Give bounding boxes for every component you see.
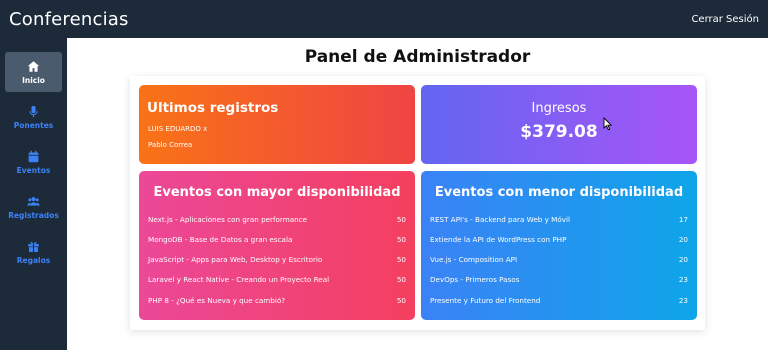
- card-title: Ingresos: [531, 101, 587, 116]
- event-name: JavaScript - Apps para Web, Desktop y Es…: [148, 254, 323, 264]
- home-icon: [27, 60, 40, 72]
- sidebar-item-label: Ponentes: [13, 120, 54, 130]
- calendar-icon: [28, 150, 39, 162]
- list-item: Next.js - Aplicaciones con gran performa…: [148, 213, 406, 225]
- microphone-icon: [29, 105, 38, 117]
- list-item: Laravel y React Native - Creando un Proy…: [148, 273, 406, 285]
- event-count: 23: [678, 295, 688, 305]
- event-count: 20: [678, 254, 688, 264]
- sidebar-item-label: Regalos: [16, 255, 51, 265]
- card-title: Eventos con mayor disponibilidad: [153, 185, 401, 200]
- event-count: 17: [678, 214, 688, 224]
- app-title[interactable]: Conferencias: [9, 9, 129, 30]
- sidebar-item-registrados[interactable]: Registrados: [5, 187, 62, 227]
- list-item: REST API's - Backend para Web y Móvil 17: [430, 213, 688, 225]
- event-count: 50: [396, 254, 406, 264]
- list-item: Presente y Futuro del Frontend 23: [430, 294, 688, 306]
- sidebar-item-regalos[interactable]: Regalos: [5, 232, 62, 272]
- main-content: Panel de Administrador Ultimos registros…: [67, 38, 768, 350]
- registration-entry: LUIS EDUARDO x: [148, 125, 208, 133]
- logout-button[interactable]: Cerrar Sesión: [691, 14, 759, 25]
- event-count: 50: [396, 234, 406, 244]
- income-amount: $379.08: [520, 122, 598, 142]
- most-available-events-card: Eventos con mayor disponibilidad Next.js…: [139, 171, 415, 320]
- list-item: JavaScript - Apps para Web, Desktop y Es…: [148, 253, 406, 265]
- users-icon: [27, 196, 40, 206]
- list-item: Extiende la API de WordPress con PHP 20: [430, 233, 688, 245]
- sidebar: Inicio Ponentes Eventos Registrados Rega…: [0, 38, 67, 350]
- list-item: Vue.js - Composition API 20: [430, 253, 688, 265]
- least-available-events-card: Eventos con menor disponibilidad REST AP…: [421, 171, 697, 320]
- list-item: PHP 8 - ¿Qué es Nueva y que cambió? 50: [148, 294, 406, 306]
- event-name: Vue.js - Composition API: [430, 254, 518, 264]
- event-name: Laravel y React Native - Creando un Proy…: [148, 274, 330, 284]
- event-name: MongoDB - Base de Datos a gran escala: [148, 234, 293, 244]
- list-item: MongoDB - Base de Datos a gran escala 50: [148, 233, 406, 245]
- sidebar-item-eventos[interactable]: Eventos: [5, 142, 62, 182]
- list-item: DevOps - Primeros Pasos 23: [430, 273, 688, 285]
- sidebar-item-label: Registrados: [8, 210, 59, 220]
- event-count: 50: [396, 295, 406, 305]
- card-title: Ultimos registros: [147, 100, 279, 116]
- gift-icon: [28, 241, 39, 252]
- event-name: Presente y Futuro del Frontend: [430, 295, 541, 305]
- event-name: DevOps - Primeros Pasos: [430, 274, 520, 284]
- mouse-cursor-icon: [603, 117, 613, 131]
- sidebar-item-label: Eventos: [16, 165, 51, 175]
- registration-entry: Pablo Correa: [148, 141, 193, 149]
- event-name: REST API's - Backend para Web y Móvil: [430, 214, 570, 224]
- event-count: 20: [678, 234, 688, 244]
- income-card: Ingresos $379.08: [421, 85, 697, 164]
- event-name: Extiende la API de WordPress con PHP: [430, 234, 567, 244]
- event-count: 50: [396, 214, 406, 224]
- event-name: PHP 8 - ¿Qué es Nueva y que cambió?: [148, 295, 286, 305]
- top-bar: Conferencias Cerrar Sesión: [0, 0, 768, 38]
- event-name: Next.js - Aplicaciones con gran performa…: [148, 214, 308, 224]
- event-count: 50: [396, 274, 406, 284]
- event-count: 23: [678, 274, 688, 284]
- sidebar-item-inicio[interactable]: Inicio: [5, 52, 62, 92]
- recent-registrations-card: Ultimos registros LUIS EDUARDO x Pablo C…: [139, 85, 415, 164]
- sidebar-item-ponentes[interactable]: Ponentes: [5, 97, 62, 137]
- card-title: Eventos con menor disponibilidad: [434, 185, 684, 200]
- sidebar-item-label: Inicio: [22, 75, 45, 85]
- page-title: Panel de Administrador: [304, 47, 531, 67]
